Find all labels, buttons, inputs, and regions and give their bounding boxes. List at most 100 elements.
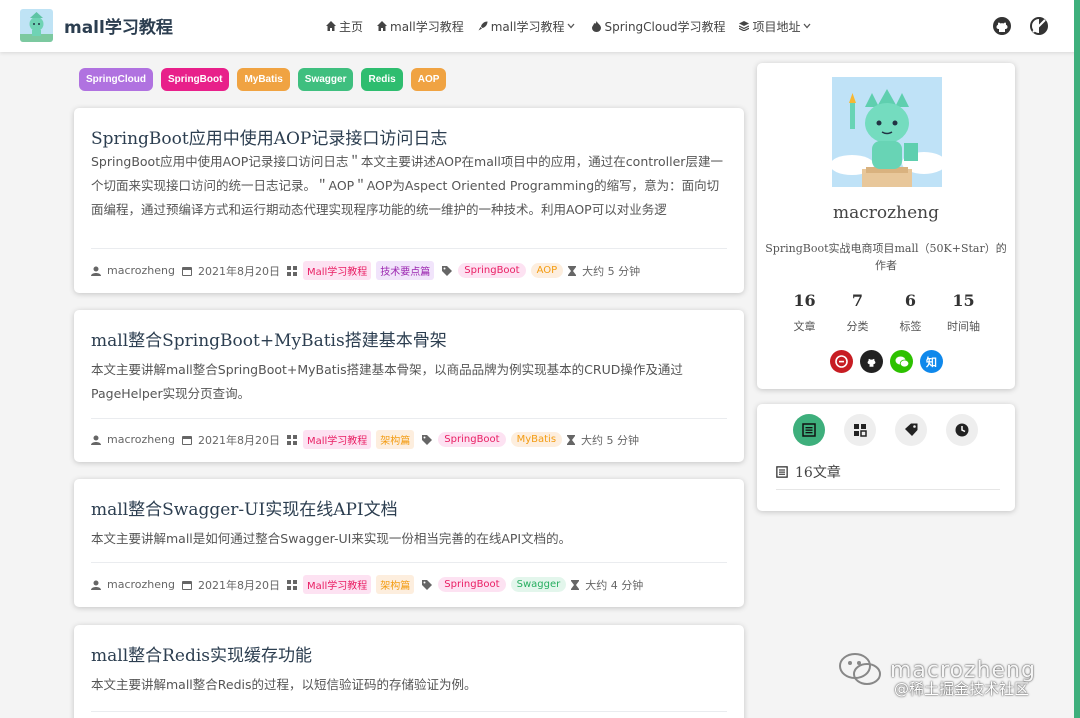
article-excerpt: SpringBoot应用中使用AOP记录接口访问日志＂本文主要讲述AOP在mal… [91,154,723,217]
stat-articles[interactable]: 16 文章 [778,291,831,334]
site-title: mall学习教程 [64,18,173,38]
tag-mybatis[interactable]: MyBatis [237,68,290,91]
github-icon[interactable] [992,16,1012,36]
tag-swagger[interactable]: Swagger [297,68,354,91]
read-time: 大约 4 分钟 [585,578,644,592]
article-date: 2021年8月20日 [197,264,280,278]
tag-springcloud[interactable]: SpringCloud [79,68,153,91]
read-time: 大约 5 分钟 [581,433,640,447]
article-meta: macrozheng 2021年8月20日 Mall学习教程 架构篇 Sprin… [91,575,650,594]
article-card[interactable]: SpringBoot应用中使用AOP记录接口访问日志 SpringBoot应用中… [74,108,744,293]
tag-chip[interactable]: Swagger [510,577,567,592]
category-chip[interactable]: 架构篇 [376,575,415,594]
category-chip[interactable]: 技术要点篇 [376,261,435,280]
tag-aop[interactable]: AOP [410,68,447,91]
wechat-icon [839,653,881,685]
category-chip[interactable]: 架构篇 [376,430,415,449]
article-count-row[interactable]: 16文章 [776,462,841,482]
nav-item-mall-tutorial[interactable]: mall学习教程 [377,18,464,35]
category-chip[interactable]: Mall学习教程 [302,430,372,449]
stat-categories[interactable]: 7 分类 [831,291,884,334]
hourglass-icon [571,579,580,590]
category-icon [286,265,297,276]
tag-cloud: SpringCloud SpringBoot MyBatis Swagger R… [79,68,454,91]
article-card[interactable]: mall整合Redis实现缓存功能 本文主要讲解mall整合Redis的过程，以… [74,625,744,718]
category-chip[interactable]: Mall学习教程 [302,261,372,280]
article-title[interactable]: mall整合Swagger-UI实现在线API文档 [91,495,398,520]
tag-chip[interactable]: SpringBoot [438,432,506,447]
calendar-icon [181,435,192,445]
github-icon[interactable] [860,350,883,373]
tag-chip[interactable]: SpringBoot [438,577,506,592]
category-icon [286,579,297,590]
article-card[interactable]: mall整合SpringBoot+MyBatis搭建基本骨架 本文主要讲解mal… [74,310,744,462]
article-count: 16文章 [795,465,841,481]
author-bio: SpringBoot实战电商项目mall（50K+Star）的作者 [765,242,1007,272]
article-title[interactable]: SpringBoot应用中使用AOP记录接口访问日志 [91,124,447,149]
social-links: 知 [830,350,950,373]
site-logo [20,9,53,42]
category-icon[interactable] [844,414,876,446]
tag-icon [442,265,453,276]
hourglass-icon [568,265,577,276]
nav-right-actions [992,16,1066,36]
tag-chip[interactable]: AOP [530,263,564,278]
nav-item-home[interactable]: 主页 [326,18,363,35]
tag-icon [422,579,433,590]
tag-chip[interactable]: SpringBoot [458,263,526,278]
blog-info-panel: 16文章 [757,404,1015,511]
home-icon [377,21,388,31]
chevron-down-icon [803,23,811,29]
fire-icon [592,20,602,32]
article-excerpt: 本文主要讲解mall是如何通过整合Swagger-UI来实现一份相当完善的在线A… [91,531,572,546]
calendar-icon [181,580,192,590]
stat-timeline[interactable]: 15 时间轴 [937,291,990,334]
zhihu-icon[interactable]: 知 [920,350,943,373]
tag-springboot[interactable]: SpringBoot [161,68,230,91]
article-excerpt: 本文主要讲解mall整合Redis的过程，以短信验证码的存储验证为例。 [91,677,477,692]
article-excerpt: 本文主要讲解mall整合SpringBoot+MyBatis搭建基本骨架，以商品… [91,362,683,401]
read-time: 大约 5 分钟 [582,264,641,278]
article-title[interactable]: mall整合SpringBoot+MyBatis搭建基本骨架 [91,326,447,351]
article-icon [776,466,788,478]
chevron-down-icon [567,23,575,29]
navbar: mall学习教程 主页 mall学习教程 mall学习教程 SpringClou… [0,0,1080,52]
divider [91,418,727,419]
zhihu-glyph: 知 [926,355,937,369]
category-chip[interactable]: Mall学习教程 [302,575,372,594]
profile-card: macrozheng SpringBoot实战电商项目mall（50K+Star… [757,63,1015,389]
article-author[interactable]: macrozheng [107,264,175,277]
article-title[interactable]: mall整合Redis实现缓存功能 [91,641,312,666]
article-meta: macrozheng 2021年8月20日 Mall学习教程 技术要点篇 Spr… [91,261,647,280]
tag-chip[interactable]: MyBatis [510,432,563,447]
brand[interactable]: mall学习教程 [20,9,173,42]
scrollbar-accent[interactable] [1074,0,1080,718]
timeline-icon[interactable] [946,414,978,446]
gitee-icon[interactable] [830,350,853,373]
nav-dropdown-project-address[interactable]: 项目地址 [739,18,814,35]
divider [91,711,727,712]
article-author[interactable]: macrozheng [107,433,175,446]
tag-icon[interactable] [895,414,927,446]
divider [91,562,727,563]
article-date: 2021年8月20日 [197,433,280,447]
home-icon [326,21,336,31]
theme-toggle-icon[interactable] [1029,16,1049,36]
article-icon[interactable] [793,414,825,446]
article-date: 2021年8月20日 [197,578,280,592]
article-author[interactable]: macrozheng [107,578,175,591]
user-icon [91,266,101,276]
calendar-icon [181,266,192,276]
stat-tags[interactable]: 6 标签 [884,291,937,334]
nav-item-springcloud-tutorial[interactable]: SpringCloud学习教程 [592,18,725,35]
article-card[interactable]: mall整合Swagger-UI实现在线API文档 本文主要讲解mall是如何通… [74,479,744,607]
tag-redis[interactable]: Redis [361,68,403,91]
layers-icon [739,21,750,31]
author-stats: 16 文章 7 分类 6 标签 15 时间轴 [778,291,990,334]
rocket-icon [478,21,488,31]
divider [91,248,727,249]
nav-dropdown-mall-tutorial[interactable]: mall学习教程 [478,18,579,35]
avatar [832,77,942,187]
wechat-icon[interactable] [890,350,913,373]
main-nav: 主页 mall学习教程 mall学习教程 SpringCloud学习教程 项目地… [326,0,828,52]
